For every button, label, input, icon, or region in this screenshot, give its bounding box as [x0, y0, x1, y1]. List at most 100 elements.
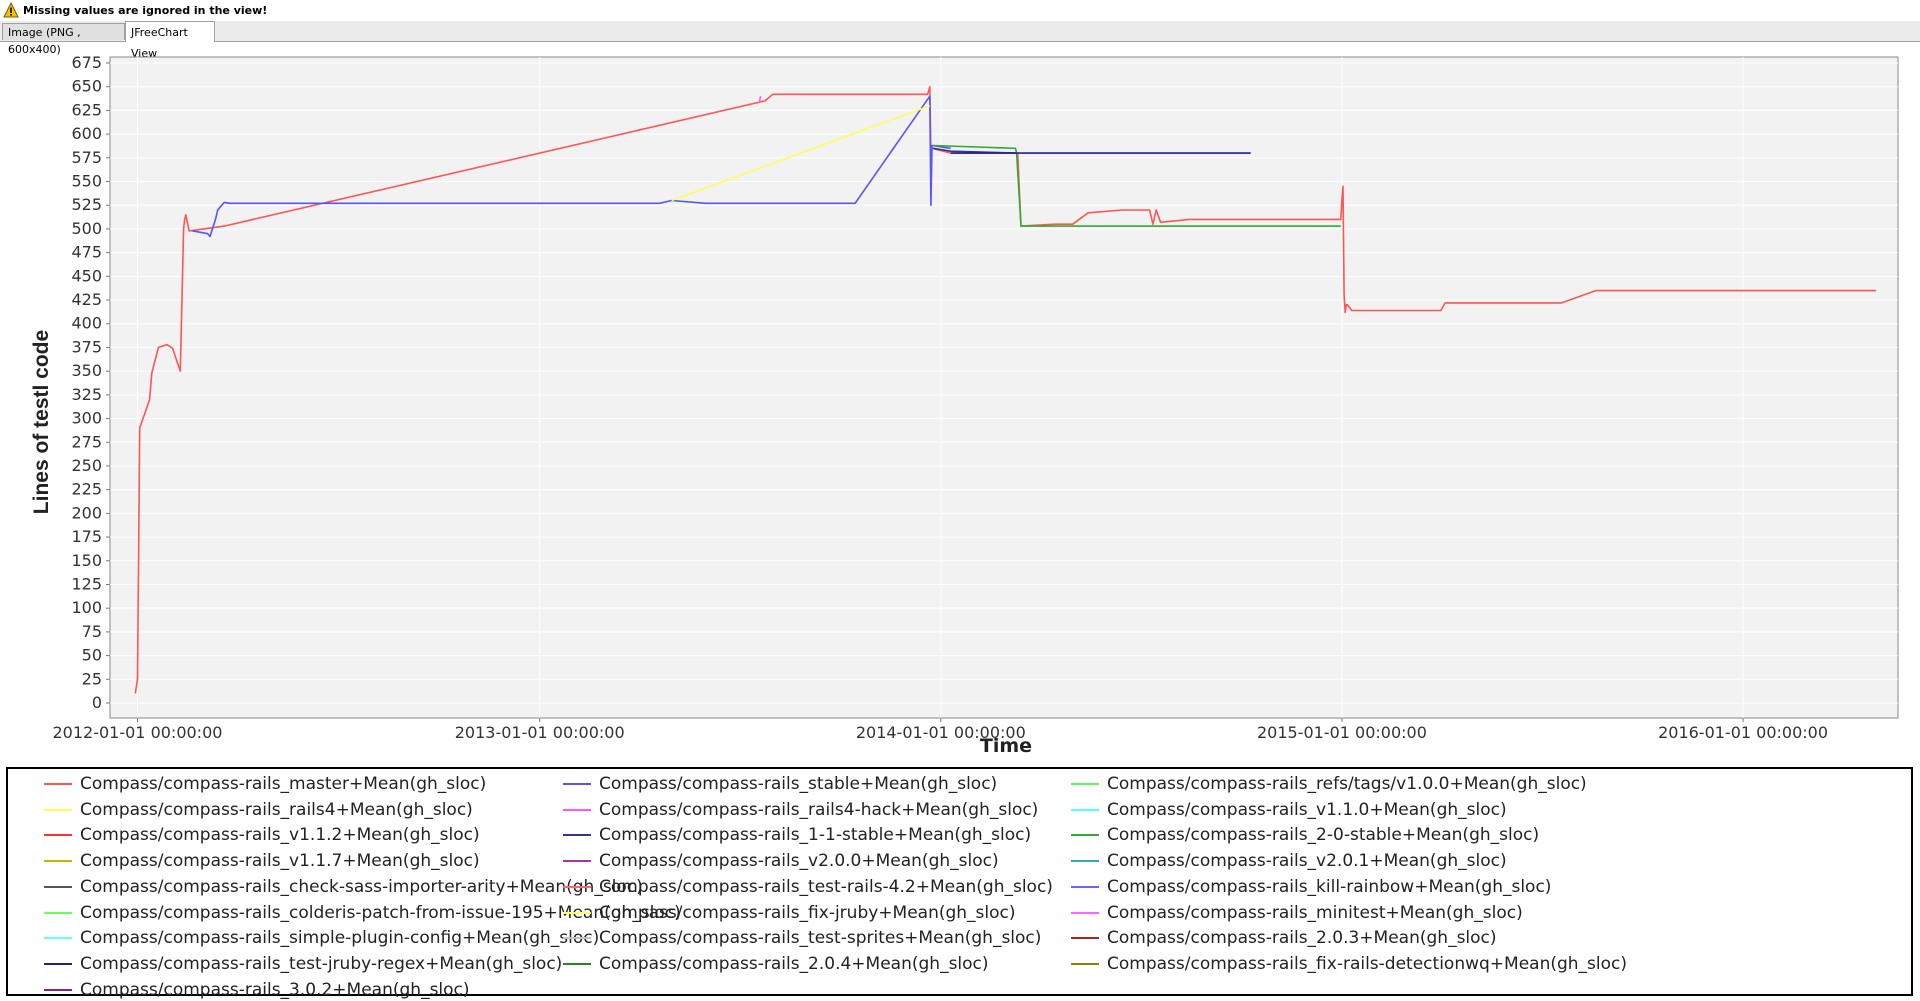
- y-tick-label: 425: [71, 290, 102, 309]
- y-tick-label: 50: [82, 646, 102, 665]
- y-tick-label: 200: [71, 503, 102, 522]
- tab-jfreechart-view[interactable]: JFreeChart View: [125, 21, 215, 60]
- y-tick-label: 600: [71, 124, 102, 143]
- legend-label: Compass/compass-rails_master+Mean(gh_slo…: [80, 774, 487, 794]
- legend-item: Compass/compass-rails_fix-jruby+Mean(gh_…: [563, 902, 1016, 924]
- y-tick-label: 475: [71, 243, 102, 262]
- y-tick-label: 500: [71, 219, 102, 238]
- legend-item: Compass/compass-rails_refs/tags/v1.0.0+M…: [1071, 773, 1587, 795]
- y-tick-label: 150: [71, 551, 102, 570]
- legend-swatch: [44, 962, 72, 965]
- y-tick-label: 350: [71, 361, 102, 380]
- legend-label: Compass/compass-rails_rails4-hack+Mean(g…: [599, 799, 1039, 820]
- legend-item: Compass/compass-rails_v1.1.7+Mean(gh_slo…: [44, 850, 480, 872]
- legend-item: Compass/compass-rails_master+Mean(gh_slo…: [44, 773, 486, 795]
- x-tick-label: 2016-01-01 00:00:00: [1658, 723, 1828, 742]
- x-axis-label: Time: [980, 735, 1032, 757]
- legend-label: Compass/compass-rails_1-1-stable+Mean(gh…: [599, 825, 1032, 846]
- legend-swatch: [563, 962, 591, 965]
- legend-label: Compass/compass-rails_test-sprites+Mean(…: [599, 928, 1042, 949]
- legend-label: Compass/compass-rails_test-rails-4.2+Mea…: [599, 876, 1053, 897]
- legend-label: Compass/compass-rails_2-0-stable+Mean(gh…: [1107, 825, 1540, 846]
- legend-swatch: [563, 783, 591, 785]
- legend-item: Compass/compass-rails_rails4-hack+Mean(g…: [563, 799, 1038, 821]
- legend-label: Compass/compass-rails_fix-rails-detectio…: [1107, 953, 1628, 974]
- warning-text: Missing values are ignored in the view!: [23, 3, 268, 17]
- x-tick-label: 2013-01-01 00:00:00: [455, 723, 625, 742]
- legend-swatch: [44, 988, 72, 991]
- legend-swatch: [1071, 808, 1099, 811]
- y-tick-label: 550: [71, 172, 102, 191]
- y-tick-label: 575: [71, 148, 102, 167]
- legend-swatch: [563, 885, 591, 888]
- y-tick-label: 275: [71, 432, 102, 451]
- legend-label: Compass/compass-rails_simple-plugin-conf…: [80, 928, 600, 949]
- x-tick-label: 2012-01-01 00:00:00: [53, 723, 223, 742]
- y-tick-label: 675: [71, 53, 102, 72]
- y-tick-label: 175: [71, 527, 102, 546]
- legend-item: Compass/compass-rails_test-sprites+Mean(…: [563, 927, 1041, 949]
- legend-label: Compass/compass-rails_kill-rainbow+Mean(…: [1107, 876, 1552, 897]
- legend-item: Compass/compass-rails_2-0-stable+Mean(gh…: [1071, 824, 1539, 846]
- legend-swatch: [563, 860, 591, 863]
- y-tick-label: 325: [71, 385, 102, 404]
- series-line-4: [758, 96, 762, 102]
- legend-item: Compass/compass-rails_2.0.3+Mean(gh_sloc…: [1071, 927, 1497, 949]
- legend-swatch: [44, 783, 72, 785]
- legend-swatch: [1071, 962, 1099, 965]
- y-tick-label: 300: [71, 409, 102, 428]
- legend-item: Compass/compass-rails_minitest+Mean(gh_s…: [1071, 902, 1523, 924]
- legend-item: Compass/compass-rails_2.0.4+Mean(gh_sloc…: [563, 953, 989, 975]
- legend-item: Compass/compass-rails_check-sass-importe…: [44, 876, 643, 898]
- y-tick-label: 250: [71, 456, 102, 475]
- legend-label: Compass/compass-rails_refs/tags/v1.0.0+M…: [1107, 774, 1587, 794]
- y-tick-label: 75: [82, 622, 102, 641]
- legend-item: Compass/compass-rails_test-jruby-regex+M…: [44, 953, 562, 975]
- x-tick-label: 2015-01-01 00:00:00: [1257, 723, 1427, 742]
- legend-swatch: [1071, 834, 1099, 837]
- y-tick-label: 0: [92, 693, 102, 712]
- legend-item: Compass/compass-rails_3.0.2+Mean(gh_sloc…: [44, 979, 470, 1001]
- legend-swatch: [44, 911, 72, 914]
- legend-item: Compass/compass-rails_rails4+Mean(gh_slo…: [44, 799, 473, 821]
- y-tick-label: 650: [71, 77, 102, 96]
- y-tick-label: 450: [71, 266, 102, 285]
- warning-bar: Missing values are ignored in the view!: [0, 0, 1920, 20]
- legend-swatch: [563, 834, 591, 837]
- y-tick-label: 400: [71, 314, 102, 333]
- legend-label: Compass/compass-rails_v2.0.0+Mean(gh_slo…: [599, 851, 999, 872]
- legend-swatch: [44, 834, 72, 837]
- legend-swatch: [44, 808, 72, 811]
- y-axis-label: Lines of testl code: [30, 330, 53, 514]
- legend-swatch: [44, 860, 72, 863]
- legend-item: Compass/compass-rails_v1.1.2+Mean(gh_slo…: [44, 824, 480, 846]
- legend-swatch: [563, 911, 591, 914]
- legend-swatch: [563, 808, 591, 811]
- legend: Compass/compass-rails_master+Mean(gh_slo…: [6, 767, 1913, 1000]
- legend-label: Compass/compass-rails_stable+Mean(gh_slo…: [599, 774, 998, 794]
- legend-label: Compass/compass-rails_v2.0.1+Mean(gh_slo…: [1107, 851, 1507, 872]
- y-tick-label: 25: [82, 669, 102, 688]
- legend-item: Compass/compass-rails_simple-plugin-conf…: [44, 927, 599, 949]
- y-tick-label: 100: [71, 598, 102, 617]
- legend-swatch: [1071, 885, 1099, 888]
- legend-item: Compass/compass-rails_v2.0.1+Mean(gh_slo…: [1071, 850, 1507, 872]
- legend-label: Compass/compass-rails_fix-jruby+Mean(gh_…: [599, 902, 1016, 923]
- y-tick-label: 375: [71, 337, 102, 356]
- tab-image-png[interactable]: Image (PNG , 600x400): [2, 23, 125, 56]
- legend-swatch: [1071, 937, 1099, 940]
- plot-background: [109, 56, 1899, 719]
- legend-label: Compass/compass-rails_rails4+Mean(gh_slo…: [80, 799, 473, 820]
- legend-label: Compass/compass-rails_2.0.4+Mean(gh_sloc…: [599, 953, 989, 974]
- legend-swatch: [563, 937, 591, 940]
- legend-swatch: [44, 937, 72, 940]
- legend-swatch: [1071, 783, 1099, 785]
- chart: 0 25 50 75 100 125 150 175 200 225 250 275 300 325 350…: [30, 53, 1899, 757]
- legend-swatch: [1071, 911, 1099, 914]
- legend-label: Compass/compass-rails_3.0.2+Mean(gh_sloc…: [80, 979, 470, 1000]
- y-tick-label: 525: [71, 195, 102, 214]
- legend-label: Compass/compass-rails_check-sass-importe…: [80, 876, 643, 897]
- legend-item: Compass/compass-rails_fix-rails-detectio…: [1071, 953, 1627, 975]
- legend-label: Compass/compass-rails_v1.1.7+Mean(gh_slo…: [80, 851, 480, 872]
- legend-item: Compass/compass-rails_v2.0.0+Mean(gh_slo…: [563, 850, 999, 872]
